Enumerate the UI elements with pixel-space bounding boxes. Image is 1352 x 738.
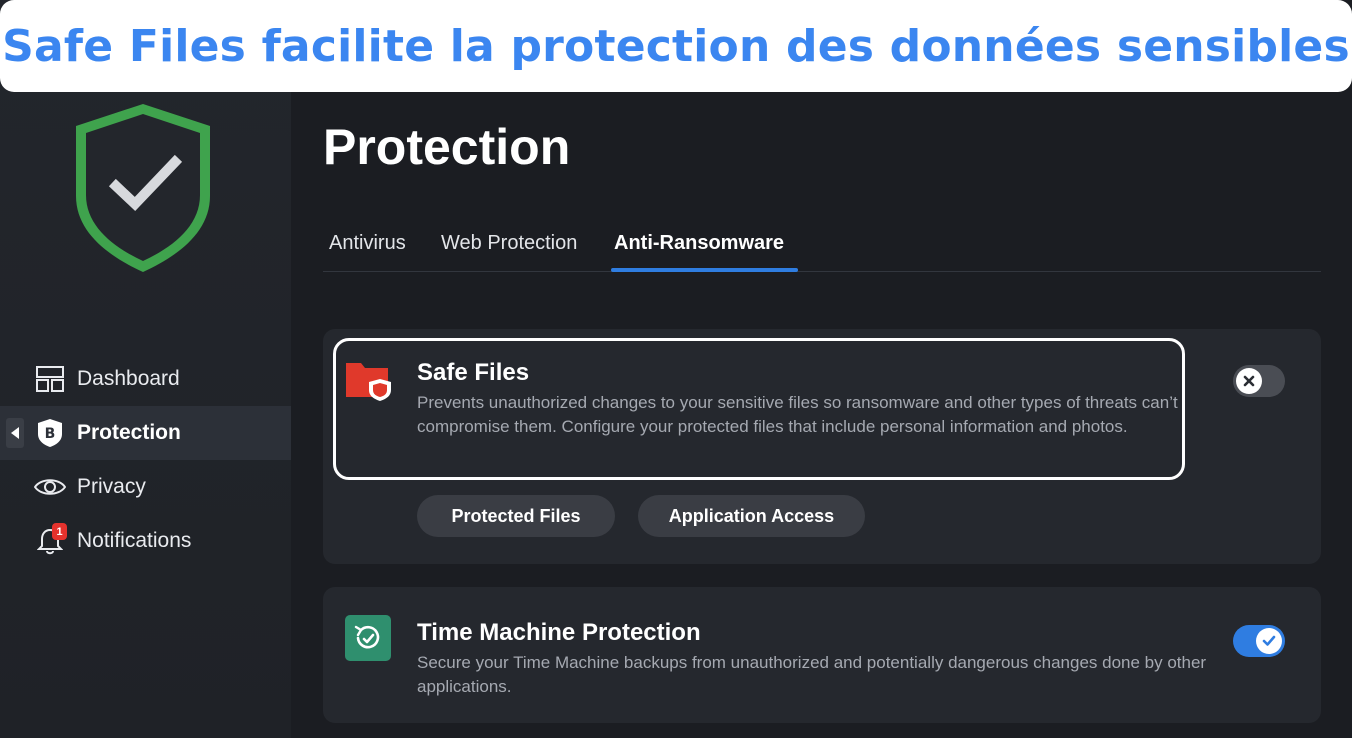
card-title: Time Machine Protection [417,619,701,646]
sidebar: Dashboard B Protection Privacy 1 Notific… [0,0,291,738]
banner-caption: Safe Files facilite la protection des do… [2,20,1350,72]
shield-check-icon [76,104,210,272]
notification-badge: 1 [52,523,67,540]
safe-files-toggle[interactable] [1233,365,1285,397]
main-content: Protection Antivirus Web Protection Anti… [291,0,1352,738]
sidebar-item-protection[interactable]: B Protection [0,406,291,460]
bell-icon: 1 [34,523,67,557]
dashboard-icon [34,363,66,395]
tab-anti-ransomware[interactable]: Anti-Ransomware [614,232,784,269]
time-machine-icon [345,615,391,661]
sidebar-item-label: Privacy [77,475,146,498]
time-machine-card: Time Machine Protection Secure your Time… [323,587,1321,723]
close-icon [1236,368,1262,394]
time-machine-toggle[interactable] [1233,625,1285,657]
eye-icon [34,471,66,503]
sidebar-item-label: Notifications [77,529,192,552]
tab-web-protection[interactable]: Web Protection [441,232,577,269]
caption-banner: Safe Files facilite la protection des do… [0,0,1352,92]
svg-text:B: B [45,426,56,442]
caret-left-icon [6,418,24,448]
folder-shield-icon [346,363,391,401]
card-title: Safe Files [417,359,530,386]
sidebar-item-label: Dashboard [77,367,180,390]
protected-files-button[interactable]: Protected Files [417,495,615,537]
page-title: Protection [323,119,571,175]
active-tab-indicator [611,268,798,272]
check-icon [1256,628,1282,654]
application-access-button[interactable]: Application Access [638,495,865,537]
tab-bar: Antivirus Web Protection Anti-Ransomware [323,228,1321,272]
sidebar-item-notifications[interactable]: 1 Notifications [0,514,291,568]
tab-antivirus[interactable]: Antivirus [329,232,406,269]
safe-files-card: Safe Files Prevents unauthorized changes… [323,329,1321,564]
card-description: Secure your Time Machine backups from un… [417,653,1207,696]
card-description: Prevents unauthorized changes to your se… [417,393,1178,436]
bitdefender-b-icon: B [34,417,66,449]
sidebar-item-privacy[interactable]: Privacy [0,460,291,514]
sidebar-item-dashboard[interactable]: Dashboard [0,352,291,406]
sidebar-item-label: Protection [77,421,181,444]
